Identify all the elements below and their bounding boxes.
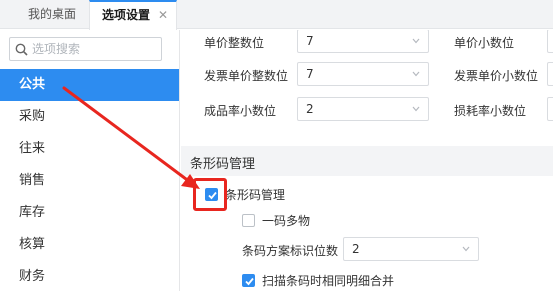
sidebar-item-sales[interactable]: 销售 <box>0 165 179 197</box>
close-icon[interactable]: ✕ <box>158 2 168 28</box>
yield-rate-decimal-value: 2 <box>306 102 314 116</box>
sidebar-item-finance[interactable]: 财务 <box>0 261 179 291</box>
sidebar-item-contacts[interactable]: 往来 <box>0 133 179 165</box>
merge-same-detail-label: 扫描条码时相同明细合并 <box>262 274 395 288</box>
unit-price-decimal-digits-label: 单价小数位 <box>454 36 515 50</box>
settings-panel: 单价整数位 7 单价小数位 发票单价整数位 7 发票单价小数位 成品率小数位 2… <box>181 30 553 291</box>
invoice-price-int-digits-value: 7 <box>306 67 314 81</box>
tab-bar: 我的桌面 选项设置 ✕ <box>0 0 553 30</box>
option-search-box[interactable] <box>9 37 162 61</box>
invoice-price-int-digits-select[interactable]: 7 <box>297 62 429 86</box>
tab-my-desktop[interactable]: 我的桌面 <box>28 0 76 29</box>
search-input[interactable] <box>32 40 157 58</box>
unit-price-int-digits-label: 单价整数位 <box>204 36 265 50</box>
unit-price-int-digits-value: 7 <box>306 34 314 48</box>
barcode-scheme-digits-select[interactable]: 2 <box>343 237 479 261</box>
unit-price-int-digits-select[interactable]: 7 <box>297 30 429 53</box>
check-icon <box>245 277 254 286</box>
sidebar: 公共 采购 往来 销售 库存 核算 财务 <box>0 30 180 291</box>
barcode-section-title: 条形码管理 <box>190 157 256 172</box>
barcode-scheme-digits-label: 条码方案标识位数 <box>242 244 339 258</box>
search-icon <box>15 43 28 56</box>
invoice-price-int-digits-label: 发票单价整数位 <box>204 69 289 83</box>
tab-option-settings-label: 选项设置 <box>102 8 151 22</box>
barcode-management-label: 条形码管理 <box>225 188 286 202</box>
merge-same-detail-checkbox[interactable] <box>242 274 255 287</box>
loss-rate-decimal-select[interactable] <box>547 97 553 121</box>
sidebar-item-accounting[interactable]: 核算 <box>0 229 179 261</box>
one-code-multi-items-checkbox[interactable] <box>242 214 255 227</box>
yield-rate-decimal-select[interactable]: 2 <box>297 97 429 121</box>
invoice-price-decimal-digits-select[interactable] <box>547 62 553 86</box>
chevron-down-icon <box>412 38 420 44</box>
invoice-price-decimal-digits-label: 发票单价小数位 <box>454 69 539 83</box>
chevron-down-icon <box>462 246 470 252</box>
annotation-highlight-box <box>193 178 227 211</box>
tab-option-settings[interactable]: 选项设置 ✕ <box>89 0 178 30</box>
barcode-section-header: 条形码管理 <box>181 146 553 176</box>
barcode-scheme-digits-value: 2 <box>352 242 360 256</box>
loss-rate-decimal-label: 损耗率小数位 <box>454 104 527 118</box>
unit-price-decimal-digits-select[interactable] <box>547 30 553 53</box>
chevron-down-icon <box>412 71 420 77</box>
one-code-multi-items-label: 一码多物 <box>262 214 311 228</box>
yield-rate-decimal-label: 成品率小数位 <box>204 104 277 118</box>
sidebar-item-inventory[interactable]: 库存 <box>0 197 179 229</box>
chevron-down-icon <box>412 106 420 112</box>
sidebar-item-public[interactable]: 公共 <box>0 69 179 101</box>
sidebar-item-purchase[interactable]: 采购 <box>0 101 179 133</box>
